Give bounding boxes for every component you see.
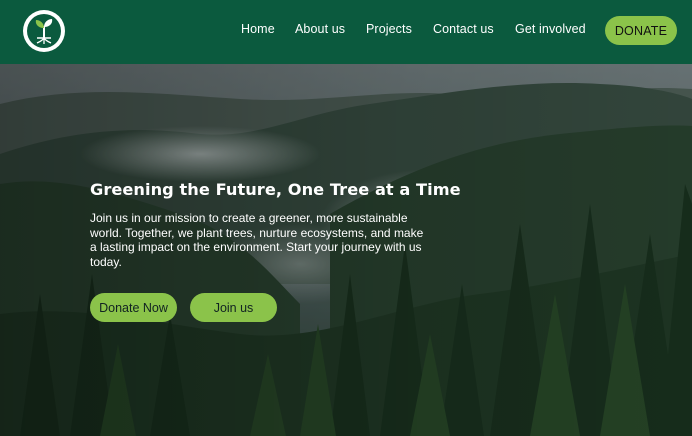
nav-link-about-us[interactable]: About us — [295, 22, 345, 36]
donate-now-button[interactable]: Donate Now — [90, 293, 177, 322]
hero-section: Greening the Future, One Tree at a Time … — [0, 64, 692, 436]
nav-link-get-involved[interactable]: Get involved — [515, 22, 586, 36]
join-us-button[interactable]: Join us — [190, 293, 277, 322]
nav-link-home[interactable]: Home — [241, 22, 275, 36]
donate-button[interactable]: DONATE — [605, 16, 677, 45]
top-navbar: Home About us Projects Contact us Get in… — [0, 0, 692, 64]
nav-link-projects[interactable]: Projects — [366, 22, 412, 36]
main-nav: Home About us Projects Contact us Get in… — [0, 0, 692, 64]
nav-link-contact-us[interactable]: Contact us — [433, 22, 494, 36]
hero-title: Greening the Future, One Tree at a Time — [90, 180, 461, 199]
hero-content: Greening the Future, One Tree at a Time … — [90, 180, 461, 269]
hero-description: Join us in our mission to create a green… — [90, 211, 424, 269]
